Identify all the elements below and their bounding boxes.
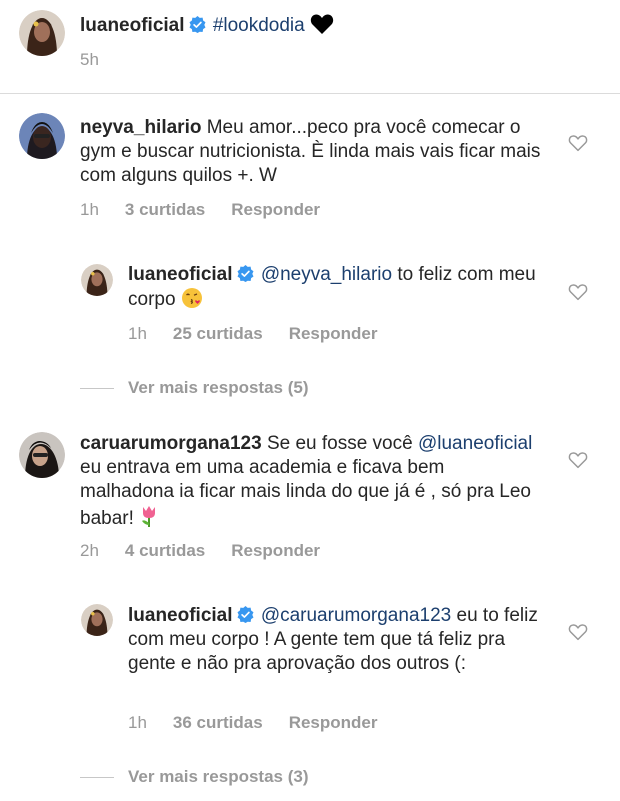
- verified-badge-icon: [189, 16, 206, 33]
- likes-count[interactable]: 36 curtidas: [173, 713, 263, 733]
- likes-count[interactable]: 3 curtidas: [125, 200, 205, 220]
- comment-body: Se eu fosse você: [266, 433, 413, 454]
- reply-username[interactable]: luaneoficial: [128, 264, 233, 285]
- like-heart-icon[interactable]: [568, 283, 588, 301]
- reply-time: 1h: [128, 713, 147, 732]
- comment-time: 2h: [80, 541, 99, 560]
- comment-avatar[interactable]: [19, 113, 65, 159]
- reply-button[interactable]: Responder: [231, 541, 320, 561]
- verified-badge-icon: [237, 606, 254, 623]
- view-more-replies-button[interactable]: Ver mais respostas (5): [80, 378, 308, 398]
- view-more-replies-label: Ver mais respostas (5): [128, 378, 309, 397]
- reply-meta: 1h 25 curtidas Responder: [128, 324, 377, 344]
- comment-text: neyva_hilario Meu amor...peco pra você c…: [80, 116, 550, 188]
- like-heart-icon[interactable]: [568, 134, 588, 152]
- reply-button[interactable]: Responder: [289, 713, 378, 733]
- reply-mention[interactable]: @neyva_hilario: [261, 264, 392, 285]
- caption-text: luaneoficial #lookdodia: [80, 13, 600, 42]
- caption-meta: 5h: [80, 50, 125, 70]
- likes-count[interactable]: 4 curtidas: [125, 541, 205, 561]
- comment-meta: 1h 3 curtidas Responder: [80, 200, 320, 220]
- like-heart-icon[interactable]: [568, 451, 588, 469]
- reply-button[interactable]: Responder: [231, 200, 320, 220]
- reply-button[interactable]: Responder: [289, 324, 378, 344]
- divider-line: [80, 776, 114, 778]
- caption-time: 5h: [80, 50, 99, 69]
- comment-time: 1h: [80, 200, 99, 219]
- caption-avatar[interactable]: [19, 10, 65, 56]
- like-heart-icon[interactable]: [568, 623, 588, 641]
- verified-badge-icon: [237, 265, 254, 282]
- caption-username[interactable]: luaneoficial: [80, 15, 185, 36]
- divider-line: [80, 387, 114, 389]
- comment-meta: 2h 4 curtidas Responder: [80, 541, 320, 561]
- comment-avatar[interactable]: [19, 432, 65, 478]
- comment-text: caruarumorgana123 Se eu fosse você @luan…: [80, 432, 540, 535]
- view-more-replies-button[interactable]: Ver mais respostas (3): [80, 767, 308, 787]
- reply-username[interactable]: luaneoficial: [128, 605, 233, 626]
- kissing-face-icon: [181, 287, 203, 316]
- reply-time: 1h: [128, 324, 147, 343]
- comment-mention[interactable]: @luaneoficial: [418, 433, 532, 454]
- reply-text: luaneoficial @neyva_hilario to feliz com…: [128, 263, 548, 316]
- caption-hashtag[interactable]: #lookdodia: [213, 15, 305, 36]
- reply-text: luaneoficial @caruarumorgana123 eu to fe…: [128, 604, 548, 676]
- comment-username[interactable]: neyva_hilario: [80, 117, 201, 138]
- reply-meta: 1h 36 curtidas Responder: [128, 713, 377, 733]
- reply-avatar[interactable]: [81, 264, 113, 296]
- divider: [0, 93, 620, 94]
- reply-mention[interactable]: @caruarumorgana123: [261, 605, 451, 626]
- tulip-icon: [139, 504, 159, 535]
- comment-username[interactable]: caruarumorgana123: [80, 433, 262, 454]
- likes-count[interactable]: 25 curtidas: [173, 324, 263, 344]
- black-heart-icon: [310, 13, 334, 42]
- reply-avatar[interactable]: [81, 604, 113, 636]
- view-more-replies-label: Ver mais respostas (3): [128, 767, 309, 786]
